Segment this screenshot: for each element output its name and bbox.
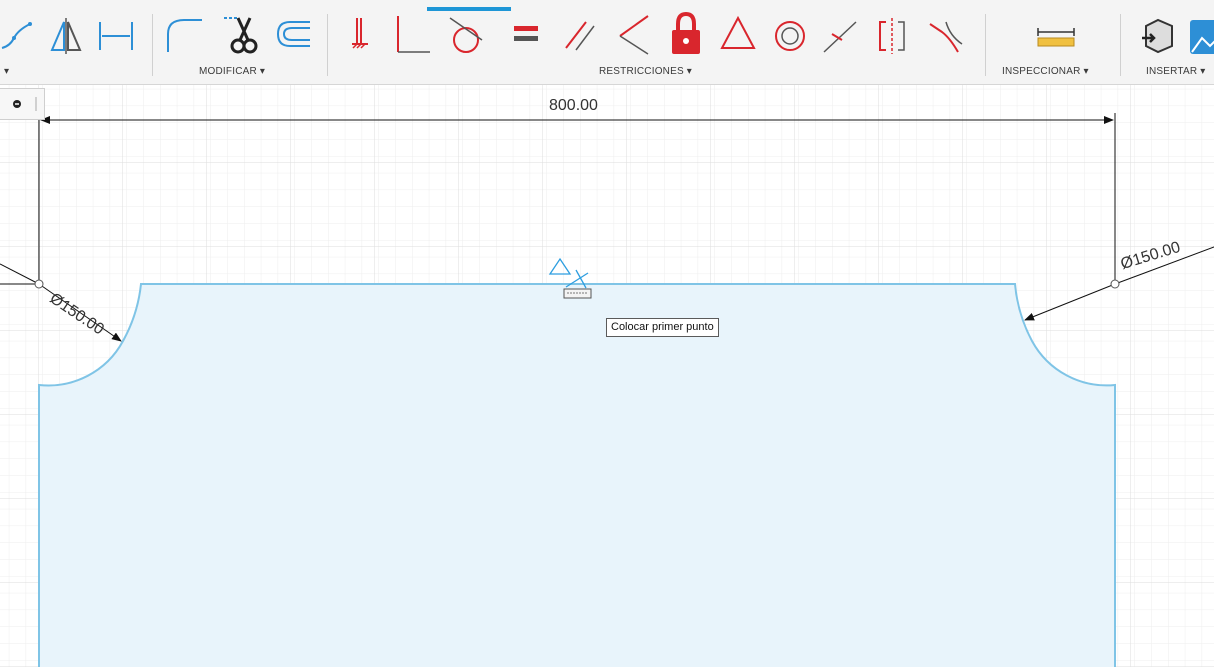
sketch-canvas[interactable] <box>0 85 1214 667</box>
parallel-icon[interactable] <box>560 8 600 60</box>
equal-icon[interactable] <box>506 8 546 60</box>
fillet-icon[interactable] <box>164 8 204 60</box>
fix-icon[interactable] <box>340 8 380 60</box>
mirror-icon[interactable] <box>46 8 86 60</box>
toolbar: ▾ MODIFICAR ▾ RESTRICCIONES ▾ INSPECCION… <box>0 0 1214 85</box>
insert-derive-icon[interactable] <box>1138 8 1178 60</box>
browser-toggle[interactable] <box>0 88 45 120</box>
inspect-menu-dropdown[interactable]: INSPECCIONAR ▾ <box>1002 66 1089 77</box>
trim-icon[interactable] <box>220 8 260 60</box>
spline-icon[interactable] <box>0 8 40 60</box>
sketch-point-right[interactable] <box>1110 279 1120 289</box>
insert-image-icon[interactable] <box>1186 8 1214 60</box>
triangle-icon[interactable] <box>718 8 758 60</box>
create-menu-dropdown[interactable]: ▾ <box>4 66 9 77</box>
separator <box>985 14 986 76</box>
tangent-icon[interactable] <box>446 8 486 60</box>
sketch-point-left[interactable] <box>34 279 44 289</box>
sketch-profile[interactable] <box>38 283 1116 667</box>
perpendicular-icon[interactable] <box>392 8 432 60</box>
separator <box>152 14 153 76</box>
lock-icon[interactable] <box>666 8 706 60</box>
width-dimension-text[interactable]: 800.00 <box>549 97 598 115</box>
concentric-icon[interactable] <box>770 8 810 60</box>
separator <box>1120 14 1121 76</box>
measure-icon[interactable] <box>1036 8 1076 60</box>
coincident-icon[interactable] <box>614 8 654 60</box>
modify-menu-dropdown[interactable]: MODIFICAR ▾ <box>199 66 265 77</box>
symmetry-icon[interactable] <box>872 8 912 60</box>
midpoint-icon[interactable] <box>820 8 860 60</box>
tooltip: Colocar primer punto <box>606 318 719 337</box>
separator <box>327 14 328 76</box>
offset-icon[interactable] <box>272 8 312 60</box>
constraints-menu-dropdown[interactable]: RESTRICCIONES ▾ <box>599 66 692 77</box>
insert-menu-dropdown[interactable]: INSERTAR ▾ <box>1146 66 1205 77</box>
dimension-icon[interactable] <box>96 8 136 60</box>
curvature-icon[interactable] <box>926 8 966 60</box>
